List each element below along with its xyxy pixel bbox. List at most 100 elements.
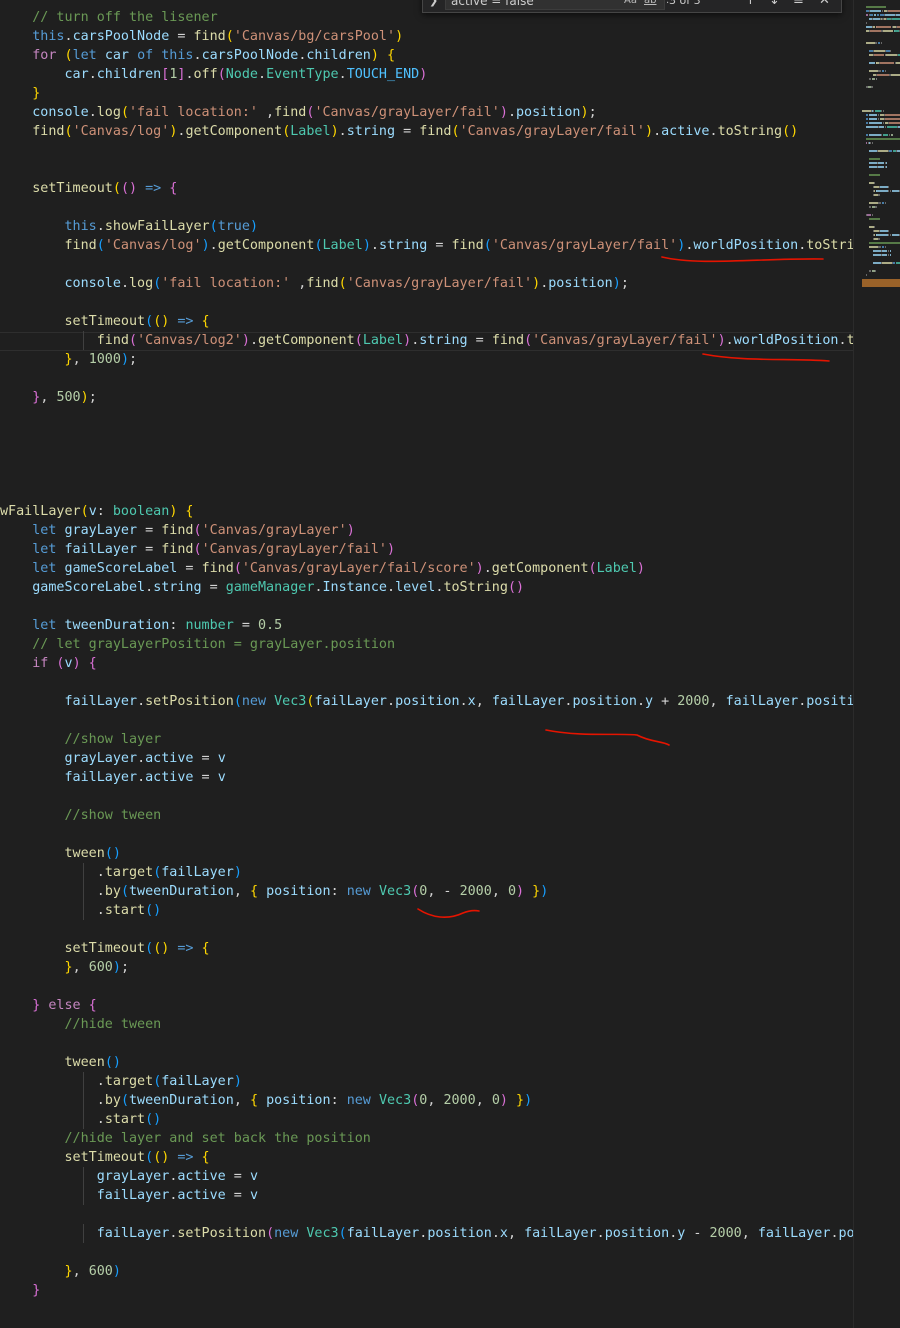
code-line[interactable]: // let grayLayerPosition = grayLayer.pos…: [0, 635, 395, 654]
code-token: log: [96, 105, 121, 120]
code-token: off: [193, 67, 218, 82]
code-token: failLayer: [757, 1226, 831, 1241]
code-token: ): [532, 276, 541, 291]
code-token: (: [145, 941, 154, 956]
code-line[interactable]: find('Canvas/log2').getComponent(Label).…: [0, 331, 853, 350]
whole-word-icon[interactable]: ab: [644, 0, 656, 9]
code-line[interactable]: }, 500);: [0, 388, 97, 407]
arrow-down-icon[interactable]: ↓: [769, 0, 780, 10]
code-line[interactable]: //hide tween: [0, 1015, 161, 1034]
code-token: (: [354, 333, 363, 348]
arrow-up-icon[interactable]: ↑: [745, 0, 756, 10]
code-line[interactable]: let tweenDuration: number = 0.5: [0, 616, 282, 635]
code-line[interactable]: }: [0, 1281, 40, 1300]
code-token: find: [491, 333, 525, 348]
code-line[interactable]: }, 600);: [0, 958, 130, 977]
code-line[interactable]: let gameScoreLabel = find('Canvas/grayLa…: [0, 559, 645, 578]
code-line[interactable]: .by(tweenDuration, { position: new Vec3(…: [0, 882, 548, 901]
code-line[interactable]: //show tween: [0, 806, 161, 825]
code-line[interactable]: for (let car of this.carsPoolNode.childr…: [0, 46, 395, 65]
code-line[interactable]: //show layer: [0, 730, 161, 749]
code-line[interactable]: setTimeout(() => {: [0, 1148, 210, 1167]
match-case-icon[interactable]: Aa: [624, 0, 637, 9]
code-token: TOUCH_END: [346, 67, 420, 82]
code-token: .: [137, 770, 146, 785]
code-line[interactable]: car.children[1].off(Node.EventType.TOUCH…: [0, 65, 428, 84]
code-line[interactable]: .by(tweenDuration, { position: new Vec3(…: [0, 1091, 532, 1110]
code-line[interactable]: this.showFailLayer(true): [0, 217, 259, 236]
code-token: find: [161, 542, 194, 557]
code-line[interactable]: this.carsPoolNode = find('Canvas/bg/cars…: [0, 27, 403, 46]
code-token: let: [32, 561, 57, 576]
code-line[interactable]: tween(): [0, 844, 121, 863]
code-token: (: [129, 333, 138, 348]
code-line[interactable]: gameScoreLabel.string = gameManager.Inst…: [0, 578, 524, 597]
code-token: .: [88, 105, 97, 120]
code-editor[interactable]: // turn off the lisener this.carsPoolNod…: [0, 0, 853, 1328]
chevron-right-icon[interactable]: ❯: [429, 0, 438, 7]
code-token: (): [153, 1150, 170, 1165]
code-line[interactable]: setTimeout(() => {: [0, 939, 210, 958]
minimap-stroke: [880, 62, 895, 64]
close-icon[interactable]: ✕: [819, 0, 830, 10]
code-token: (: [120, 1093, 129, 1108]
code-line[interactable]: //hide layer and set back the position: [0, 1129, 370, 1148]
code-line[interactable]: tween(): [0, 1053, 121, 1072]
code-token: ,: [72, 1264, 89, 1279]
code-token: 'Canvas/grayLayer/fail': [532, 333, 718, 348]
minimap[interactable]: [853, 0, 900, 1328]
minimap-stroke: [875, 206, 877, 208]
code-line[interactable]: find('Canvas/log').getComponent(Label).s…: [0, 122, 798, 141]
find-input[interactable]: active = false Aa ab .*: [445, 0, 674, 10]
code-line[interactable]: wFailLayer(v: boolean) {: [0, 502, 194, 521]
code-line[interactable]: failLayer.setPosition(new Vec3(failLayer…: [0, 1224, 853, 1243]
code-line[interactable]: failLayer.setPosition(new Vec3(failLayer…: [0, 692, 854, 711]
code-line[interactable]: console.log('fail location:' ,find('Canv…: [0, 274, 629, 293]
code-line[interactable]: if (v) {: [0, 654, 97, 673]
minimap-stroke: [889, 254, 891, 256]
code-token: console: [64, 276, 121, 291]
code-line[interactable]: .start(): [0, 901, 161, 920]
code-line[interactable]: grayLayer.active = v: [0, 1167, 258, 1186]
code-line[interactable]: console.log('fail location:' ,find('Canv…: [0, 103, 596, 122]
code-line[interactable]: }: [0, 84, 40, 103]
code-line[interactable]: .target(failLayer): [0, 863, 242, 882]
indent-guide: [83, 1167, 85, 1186]
minimap-stroke: [869, 122, 882, 124]
code-line[interactable]: find('Canvas/log').getComponent(Label).s…: [0, 236, 854, 255]
code-token: .: [209, 238, 218, 253]
code-line[interactable]: failLayer.active = v: [0, 768, 226, 787]
code-line[interactable]: // turn off the lisener: [0, 8, 217, 27]
code-token: (: [233, 694, 242, 709]
code-line[interactable]: }, 1000);: [0, 350, 138, 369]
minimap-stroke: [884, 14, 896, 16]
find-query[interactable]: active = false: [451, 0, 534, 9]
code-token: .: [0, 884, 105, 899]
code-token: target: [104, 865, 154, 880]
code-line[interactable]: failLayer.active = v: [0, 1186, 258, 1205]
code-line[interactable]: let grayLayer = find('Canvas/grayLayer'): [0, 521, 355, 540]
code-line[interactable]: grayLayer.active = v: [0, 749, 226, 768]
code-line[interactable]: setTimeout(() => {: [0, 312, 210, 331]
minimap-stroke: [876, 190, 889, 192]
code-token: carsPoolNode: [201, 48, 299, 63]
code-line[interactable]: .target(failLayer): [0, 1072, 242, 1091]
code-line[interactable]: setTimeout(() => {: [0, 179, 177, 198]
code-token: if: [32, 656, 49, 671]
code-line[interactable]: } else {: [0, 996, 97, 1015]
code-line[interactable]: .start(): [0, 1110, 161, 1129]
minimap-stroke: [884, 202, 886, 204]
minimap-stroke: [865, 42, 875, 44]
code-line[interactable]: let failLayer = find('Canvas/grayLayer/f…: [0, 540, 395, 559]
code-token: v: [88, 504, 97, 519]
code-token: this: [32, 29, 65, 44]
code-token: ): [403, 333, 412, 348]
code-token: .: [145, 580, 154, 595]
find-in-selection-icon[interactable]: ≡: [793, 0, 804, 10]
minimap-stroke: [878, 238, 880, 240]
code-line[interactable]: }, 600): [0, 1262, 121, 1281]
